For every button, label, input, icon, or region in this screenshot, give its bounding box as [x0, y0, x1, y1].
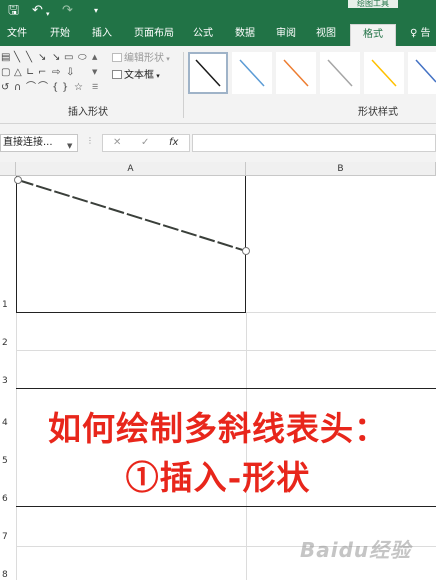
insert-function-icon[interactable]: fx [169, 136, 178, 150]
gallery-more-icon[interactable]: ☰ [92, 83, 98, 91]
swatch-line-icon [195, 59, 221, 87]
line-shape-icon[interactable]: ╲ [26, 52, 32, 63]
row-header-2[interactable]: 2 [0, 338, 16, 348]
row-header-8[interactable]: 8 [0, 570, 16, 580]
swatch-line [283, 59, 309, 87]
cell-border [16, 506, 436, 507]
more-options-icon[interactable]: ⋮ [86, 136, 94, 145]
freeform-shape-icon[interactable]: ↺ [1, 82, 9, 93]
customize-qat-icon[interactable]: ▾ [94, 3, 98, 19]
arc-shape-icon[interactable]: ⌒ [38, 82, 48, 93]
gallery-down-arrow-icon[interactable]: ▼ [92, 68, 97, 76]
line-shape-icon[interactable]: ╲ [14, 52, 20, 63]
edit-shape-icon [112, 53, 122, 62]
star-shape-icon[interactable]: ☆ [74, 82, 83, 93]
swatch-line [415, 59, 436, 83]
shape-styles-group-label: 形状样式 [358, 107, 398, 118]
text-box-button[interactable]: 文本框 ▾ [112, 69, 160, 83]
shape-style-swatch[interactable] [232, 52, 272, 94]
cell-border [16, 388, 436, 389]
brace-shape-icon[interactable]: } [62, 82, 68, 93]
shape-style-swatch[interactable] [408, 52, 436, 94]
curve-shape-icon[interactable]: ⌒ [26, 82, 36, 93]
shapes-gallery[interactable]: ▤ ╲ ╲ ↘ ↘ ▭ ⬭ ▢ △ ∟ ⌐ ⇨ ⇩ ↺ ∩ ⌒ ⌒ { } ☆ … [0, 50, 100, 100]
gridline [16, 350, 436, 351]
swatch-line [327, 59, 353, 87]
rectangle-shape-icon[interactable]: ▢ [1, 67, 10, 78]
save-icon[interactable]: 🖫 [8, 3, 19, 19]
swatch-line-icon [327, 59, 353, 87]
swatch-line-icon [415, 59, 436, 83]
line-start-handle [14, 176, 22, 184]
shape-style-swatch[interactable] [188, 52, 228, 94]
name-box-dropdown-icon[interactable]: ▼ [67, 138, 72, 154]
watermark: Baidu经验 [300, 538, 412, 562]
connector-shape-icon[interactable]: ∟ [26, 67, 34, 78]
edit-shape-button[interactable]: 编辑形状 ▾ [112, 52, 170, 66]
arrow-shape-icon[interactable]: ↘ [52, 52, 60, 63]
tab-view[interactable]: 视图 [316, 27, 336, 41]
tab-formulas[interactable]: 公式 [193, 27, 213, 41]
shape-style-swatch[interactable] [364, 52, 404, 94]
undo-dropdown-icon[interactable]: ▾ [46, 6, 50, 22]
cancel-icon[interactable]: ✕ [113, 136, 121, 150]
insert-shapes-group-label: 插入形状 [68, 107, 108, 118]
cell-border [16, 312, 246, 313]
text-box-label: 文本框 [124, 70, 154, 81]
swatch-line [371, 59, 397, 87]
text-box-icon [112, 70, 122, 79]
overlay-subtitle: ①插入-形状 [125, 458, 311, 497]
shape-style-swatch[interactable] [320, 52, 360, 94]
formula-buttons: ✕ ✓ fx [102, 134, 190, 152]
swatch-line [195, 59, 221, 87]
row-header-7[interactable]: 7 [0, 532, 16, 542]
tab-review[interactable]: 审阅 [276, 27, 296, 41]
row-header-3[interactable]: 3 [0, 376, 16, 386]
edit-shape-label: 编辑形状 [124, 53, 164, 64]
diagonal-line [17, 179, 247, 252]
oval-shape-icon[interactable]: ⬭ [78, 52, 87, 63]
tab-tell-me[interactable]: ♀ 告 [410, 27, 431, 41]
name-box[interactable]: 直接连接... ▼ [0, 134, 78, 152]
formula-input[interactable] [192, 134, 436, 152]
connector-shape-icon[interactable]: ⌐ [38, 67, 46, 78]
gallery-up-arrow-icon[interactable]: ▲ [92, 53, 97, 61]
curve-shape-icon[interactable]: ∩ [14, 82, 21, 93]
tab-file[interactable]: 文件 [7, 27, 27, 41]
shape-style-swatch[interactable] [276, 52, 316, 94]
tab-insert[interactable]: 插入 [92, 27, 112, 41]
undo-icon[interactable]: ↶ [32, 3, 43, 19]
swatch-line-icon [239, 59, 265, 87]
brace-shape-icon[interactable]: { [52, 82, 58, 93]
tab-format[interactable]: 格式 [350, 24, 396, 46]
group-divider [183, 52, 184, 118]
redo-icon[interactable]: ↷ [62, 3, 73, 19]
name-box-value: 直接连接... [3, 137, 53, 148]
arrow-shape-icon[interactable]: ↘ [38, 52, 46, 63]
tab-data[interactable]: 数据 [235, 27, 255, 41]
overlay-title: 如何绘制多斜线表头： [48, 409, 388, 448]
row-header-1[interactable]: 1 [0, 300, 16, 310]
gridline [246, 312, 436, 313]
tab-home[interactable]: 开始 [50, 27, 70, 41]
contextual-tab-label: 绘图工具 [348, 0, 398, 8]
title-bar: 🖫 ↶ ▾ ↷ ▾ 绘图工具 [0, 0, 436, 22]
arrow-shape-icon[interactable]: ⇨ [52, 67, 60, 78]
tab-page-layout[interactable]: 页面布局 [134, 27, 174, 41]
enter-icon[interactable]: ✓ [141, 136, 149, 150]
arrow-shape-icon[interactable]: ⇩ [66, 67, 74, 78]
text-box-shape-icon[interactable]: ▤ [1, 52, 10, 63]
swatch-line-icon [283, 59, 309, 87]
rectangle-shape-icon[interactable]: ▭ [64, 52, 73, 63]
line-end-handle [242, 247, 250, 255]
triangle-shape-icon[interactable]: △ [14, 67, 22, 78]
swatch-line-icon [371, 59, 397, 87]
swatch-line [239, 59, 265, 87]
diagonal-line-shape[interactable] [0, 162, 436, 282]
